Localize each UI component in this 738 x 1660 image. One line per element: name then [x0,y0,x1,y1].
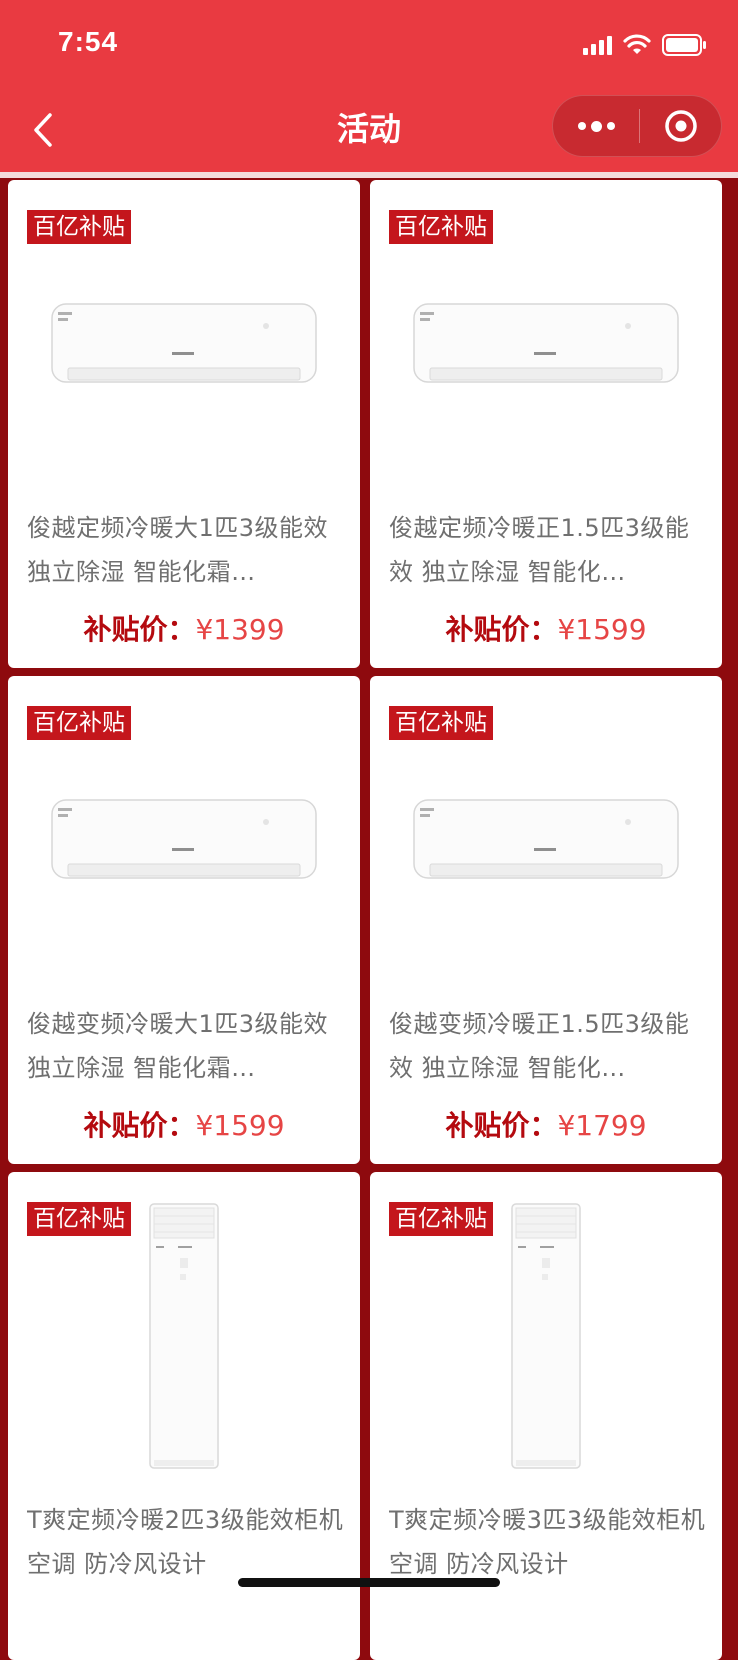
product-card[interactable]: 百亿补贴 俊越变频冷暖大1匹3级能效 独立除湿 智能化霜… 补贴价：¥1599 [8,676,360,1164]
signal-icon [583,35,612,55]
subsidy-badge: 百亿补贴 [389,706,493,740]
price-label: 补贴价： [83,613,196,646]
dot-icon [577,122,586,130]
home-indicator[interactable] [238,1578,500,1587]
split-ac-image [51,303,317,383]
price-label: 补贴价： [83,1109,196,1142]
header: 7:54 活动 [0,0,738,172]
product-title: 俊越变频冷暖正1.5匹3级能效 独立除湿 智能化… [389,1010,690,1082]
price-value: ¥1799 [557,1109,647,1142]
subsidy-badge: 百亿补贴 [27,210,131,244]
split-ac-image [413,799,679,879]
product-price: 补贴价：¥1399 [8,608,360,648]
more-options-button[interactable] [553,96,639,156]
dot-icon [590,120,602,132]
close-mini-program-button[interactable] [640,96,721,156]
product-card[interactable]: 百亿补贴 俊越定频冷暖正1.5匹3级能效 独立除湿 智能化… 补贴价：¥1599 [370,180,722,668]
product-card[interactable]: 百亿补贴 俊越变频冷暖正1.5匹3级能效 独立除湿 智能化… 补贴价：¥1799 [370,676,722,1164]
subsidy-badge: 百亿补贴 [27,706,131,740]
product-title: T爽定频冷暖3匹3级能效柜机空调 防冷风设计 [389,1506,706,1578]
price-label: 补贴价： [445,613,558,646]
price-value: ¥1599 [557,613,647,646]
battery-icon [662,34,706,56]
product-price: 补贴价：¥1599 [8,1104,360,1144]
wifi-icon [623,34,651,54]
subsidy-badge: 百亿补贴 [389,210,493,244]
price-value: ¥1599 [195,1109,285,1142]
status-time: 7:54 [58,26,119,57]
tower-ac-image [149,1203,219,1469]
product-price: 补贴价：¥1799 [370,1104,722,1144]
product-title: 俊越变频冷暖大1匹3级能效 独立除湿 智能化霜… [27,1010,329,1082]
product-title: 俊越定频冷暖正1.5匹3级能效 独立除湿 智能化… [389,514,690,586]
product-title: 俊越定频冷暖大1匹3级能效 独立除湿 智能化霜… [27,514,329,586]
dot-icon [606,122,615,130]
tower-ac-image [511,1203,581,1469]
split-ac-image [413,303,679,383]
status-icons [583,32,708,58]
price-value: ¥1399 [195,613,285,646]
price-label: 补贴价： [445,1109,558,1142]
mini-program-capsule [552,95,722,157]
product-price: 补贴价：¥1599 [370,608,722,648]
target-close-icon [664,110,697,142]
product-title: T爽定频冷暖2匹3级能效柜机空调 防冷风设计 [27,1506,344,1578]
product-card[interactable]: 百亿补贴 俊越定频冷暖大1匹3级能效 独立除湿 智能化霜… 补贴价：¥1399 [8,180,360,668]
split-ac-image [51,799,317,879]
header-divider [0,172,738,178]
